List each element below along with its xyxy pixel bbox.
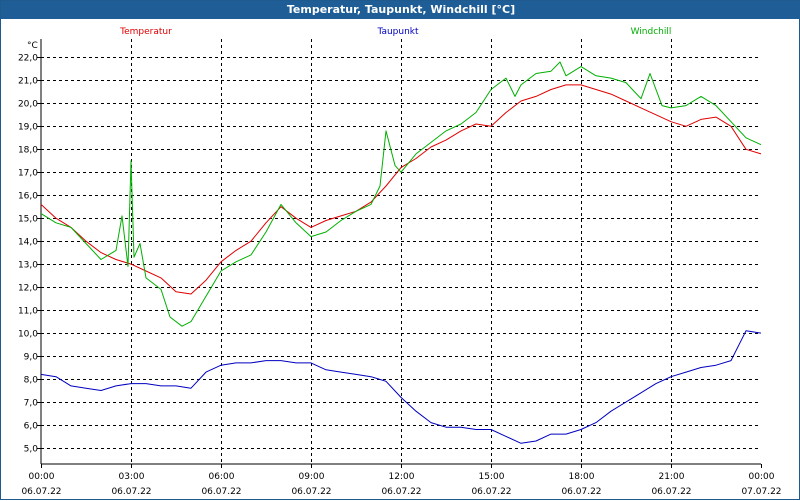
x-tick-time-label: 09:00 [299, 472, 325, 482]
y-tick-label: 8,0 [24, 376, 39, 386]
y-tick-label: 19,0 [18, 123, 38, 133]
x-tick-date-label: 06.07.22 [291, 487, 331, 497]
x-tick-time-label: 03:00 [119, 472, 145, 482]
x-tick-date-label: 06.07.22 [651, 487, 691, 497]
y-tick-label: 11,0 [18, 307, 38, 317]
x-tick-time-label: 06:00 [209, 472, 235, 482]
y-tick-label: 18,0 [18, 146, 38, 156]
y-tick-label: 9,0 [24, 353, 39, 363]
x-tick-date-label: 06.07.22 [111, 487, 151, 497]
y-tick-label: 15,0 [18, 215, 38, 225]
x-tick-time-label: 00:00 [749, 472, 775, 482]
y-tick-label: 20,0 [18, 100, 38, 110]
y-tick-label: 14,0 [18, 238, 38, 248]
legend-temperatur: Temperatur [119, 27, 172, 37]
legend-taupunkt: Taupunkt [376, 27, 419, 37]
chart-window: Temperatur, Taupunkt, Windchill [°C] 22,… [0, 0, 800, 500]
y-tick-label: 7,0 [24, 399, 39, 409]
y-tick-label: 13,0 [18, 261, 38, 271]
x-axis-ticks: 00:00 06.07.22 03:00 06.07.22 06:00 06.07.22 0… [21, 464, 782, 497]
legend: Temperatur Taupunkt Windchill [119, 27, 671, 37]
x-tick-time-label: 18:00 [569, 472, 595, 482]
x-tick-date-label: 06.07.22 [381, 487, 421, 497]
y-axis-ticks: 22,0 21,0 20,0 19,0 18,0 17,0 16,0 15,0 14,0 13,0… [18, 54, 41, 455]
y-axis-unit: °C [27, 41, 38, 51]
chart-area: 22,0 21,0 20,0 19,0 18,0 17,0 16,0 15,0 14,0 13,0… [18, 27, 782, 497]
x-tick-time-label: 12:00 [389, 472, 415, 482]
y-tick-label: 16,0 [18, 192, 38, 202]
y-tick-label: 17,0 [18, 169, 38, 179]
x-tick-date-label: 07.07.22 [741, 487, 781, 497]
x-tick-time-label: 15:00 [479, 472, 505, 482]
x-tick-date-label: 06.07.22 [201, 487, 241, 497]
x-tick-time-label: 00:00 [29, 472, 55, 482]
y-tick-label: 22,0 [18, 54, 38, 64]
x-tick-time-label: 21:00 [659, 472, 685, 482]
y-tick-label: 10,0 [18, 330, 38, 340]
y-tick-label: 5,0 [24, 445, 39, 455]
y-tick-label: 6,0 [24, 422, 39, 432]
y-tick-label: 12,0 [18, 284, 38, 294]
y-tick-label: 21,0 [18, 77, 38, 87]
x-tick-date-label: 06.07.22 [471, 487, 511, 497]
x-tick-date-label: 06.07.22 [561, 487, 601, 497]
legend-windchill: Windchill [631, 27, 672, 37]
x-tick-date-label: 06.07.22 [21, 487, 61, 497]
